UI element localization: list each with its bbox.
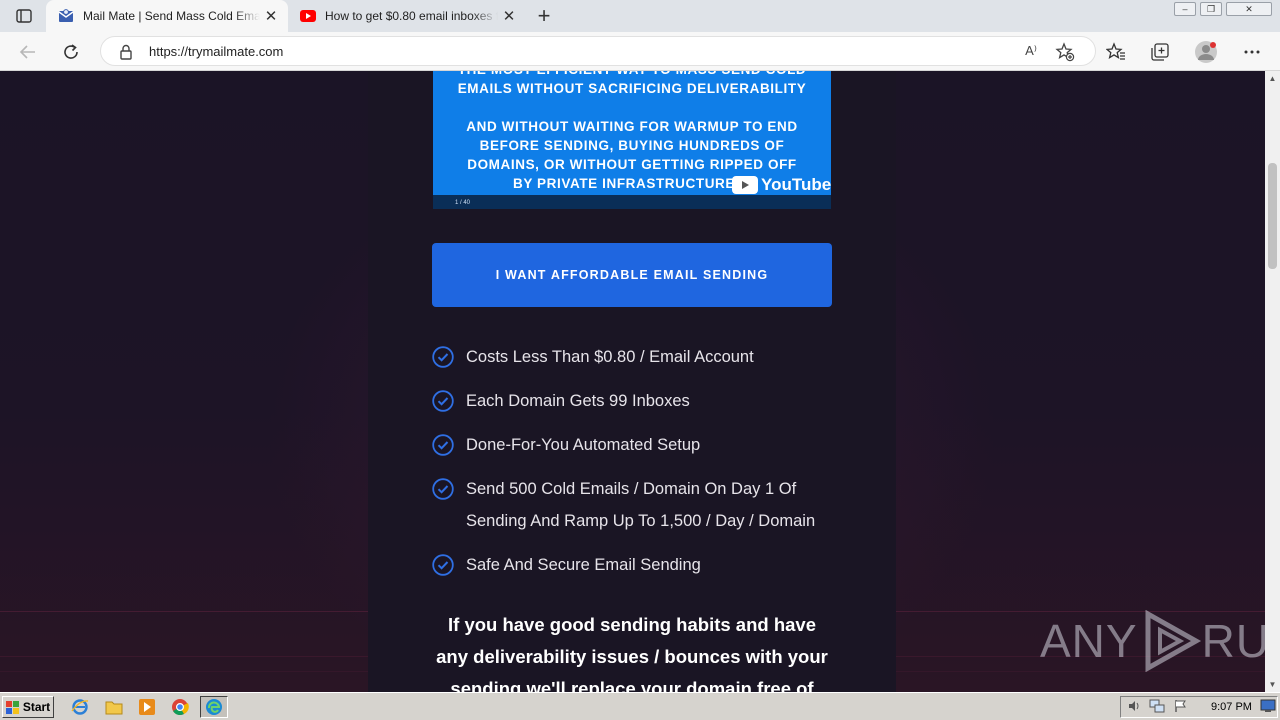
anyrun-watermark: ANY RUN bbox=[1040, 610, 1280, 672]
check-circle-icon bbox=[432, 346, 454, 368]
tab-title: How to get $0.80 email inboxes for bbox=[325, 9, 498, 23]
cta-button[interactable]: I WANT AFFORDABLE EMAIL SENDING bbox=[432, 243, 832, 307]
list-item: Costs Less Than $0.80 / Email Account bbox=[432, 341, 852, 373]
feature-text: Costs Less Than $0.80 / Email Account bbox=[466, 348, 754, 366]
youtube-icon bbox=[300, 8, 316, 24]
url-text[interactable]: https://trymailmate.com bbox=[149, 44, 283, 59]
youtube-logo[interactable]: YouTube bbox=[732, 175, 831, 195]
scroll-up-icon[interactable]: ▲ bbox=[1265, 71, 1280, 86]
clock[interactable]: 9:07 PM bbox=[1211, 701, 1252, 713]
scroll-down-icon[interactable]: ▼ bbox=[1265, 677, 1280, 692]
tab-close-icon[interactable]: ✕ bbox=[260, 5, 282, 27]
youtube-video-embed[interactable]: THE MOST EFFICIENT WAY TO MASS SEND COLD… bbox=[433, 71, 831, 209]
restore-icon[interactable]: ❐ bbox=[1200, 2, 1222, 16]
window-controls: ‒ ❐ ✕ bbox=[1174, 2, 1272, 16]
video-text-line: BEFORE SENDING, BUYING HUNDREDS OF bbox=[479, 138, 785, 153]
video-text-line: AND WITHOUT WAITING FOR WARMUP TO END bbox=[466, 119, 798, 134]
video-text-line: EMAILS WITHOUT SACRIFICING DELIVERABILIT… bbox=[457, 81, 807, 96]
tab-close-icon[interactable]: ✕ bbox=[498, 5, 520, 27]
feature-text: Each Domain Gets 99 Inboxes bbox=[466, 392, 690, 410]
page-scrollbar[interactable]: ▲ ▼ bbox=[1265, 71, 1280, 692]
address-bar[interactable]: https://trymailmate.com A⁾ bbox=[100, 36, 1096, 66]
check-circle-icon bbox=[432, 554, 454, 576]
list-item: Safe And Secure Email Sending bbox=[432, 549, 852, 581]
start-label: Start bbox=[22, 700, 51, 714]
tab-youtube[interactable]: How to get $0.80 email inboxes for ✕ bbox=[288, 0, 526, 32]
play-icon[interactable] bbox=[732, 176, 758, 194]
feature-text: Send 500 Cold Emails / Domain On Day 1 O… bbox=[466, 480, 816, 530]
browser-toolbar: https://trymailmate.com A⁾ bbox=[0, 32, 1280, 71]
mailmate-envelope-icon bbox=[58, 8, 74, 24]
tab-strip: Mail Mate | Send Mass Cold Emails ✕ How … bbox=[0, 0, 1280, 32]
back-arrow-icon[interactable] bbox=[15, 39, 41, 65]
scroll-thumb[interactable] bbox=[1268, 163, 1277, 269]
system-tray: 9:07 PM bbox=[1120, 696, 1278, 718]
media-player-icon[interactable] bbox=[137, 697, 157, 717]
start-button[interactable]: Start bbox=[2, 696, 54, 718]
favorites-icon[interactable] bbox=[1104, 40, 1128, 64]
check-circle-icon bbox=[432, 478, 454, 500]
check-circle-icon bbox=[432, 434, 454, 456]
list-item: Each Domain Gets 99 Inboxes bbox=[432, 385, 852, 417]
windows-flag-icon bbox=[5, 700, 19, 714]
watermark-text-left: ANY bbox=[1040, 615, 1138, 667]
add-favorite-icon[interactable] bbox=[1055, 42, 1075, 67]
video-control-bar[interactable] bbox=[433, 195, 831, 209]
feature-text: Safe And Secure Email Sending bbox=[466, 556, 701, 574]
play-triangle-logo-icon bbox=[1145, 610, 1201, 672]
network-icon[interactable] bbox=[1149, 699, 1165, 716]
check-circle-icon bbox=[432, 390, 454, 412]
window-close-icon[interactable]: ✕ bbox=[1226, 2, 1272, 16]
collections-icon[interactable] bbox=[1148, 40, 1172, 64]
minimize-icon[interactable]: ‒ bbox=[1174, 2, 1196, 16]
edge-taskbar-icon[interactable] bbox=[200, 696, 228, 718]
profile-avatar-icon[interactable] bbox=[1194, 40, 1218, 64]
list-item: Done-For-You Automated Setup bbox=[432, 429, 852, 461]
taskbar: Start 9:07 PM bbox=[0, 692, 1280, 720]
tab-title: Mail Mate | Send Mass Cold Emails bbox=[83, 9, 260, 23]
refresh-icon[interactable] bbox=[58, 39, 84, 65]
feature-text: Done-For-You Automated Setup bbox=[466, 436, 701, 454]
chrome-icon[interactable] bbox=[170, 697, 190, 717]
slide-page-indicator: 1 / 40 bbox=[455, 200, 471, 206]
file-explorer-icon[interactable] bbox=[104, 697, 124, 717]
features-list: Costs Less Than $0.80 / Email Account Ea… bbox=[432, 341, 852, 593]
list-item: Send 500 Cold Emails / Domain On Day 1 O… bbox=[432, 473, 852, 537]
youtube-brand-text: YouTube bbox=[761, 175, 831, 194]
tab-mailmate[interactable]: Mail Mate | Send Mass Cold Emails ✕ bbox=[46, 0, 288, 32]
video-text-line: DOMAINS, OR WITHOUT GETTING RIPPED OFF bbox=[467, 157, 797, 172]
read-aloud-icon[interactable]: A⁾ bbox=[1025, 43, 1037, 59]
more-options-icon[interactable] bbox=[1240, 40, 1264, 64]
new-tab-button[interactable]: + bbox=[532, 3, 556, 28]
show-desktop-icon[interactable] bbox=[1260, 699, 1276, 716]
lock-icon[interactable] bbox=[119, 44, 133, 65]
internet-explorer-icon[interactable] bbox=[70, 697, 90, 717]
action-center-flag-icon[interactable] bbox=[1173, 699, 1187, 716]
volume-icon[interactable] bbox=[1127, 699, 1141, 716]
tab-actions-icon[interactable] bbox=[10, 6, 38, 26]
